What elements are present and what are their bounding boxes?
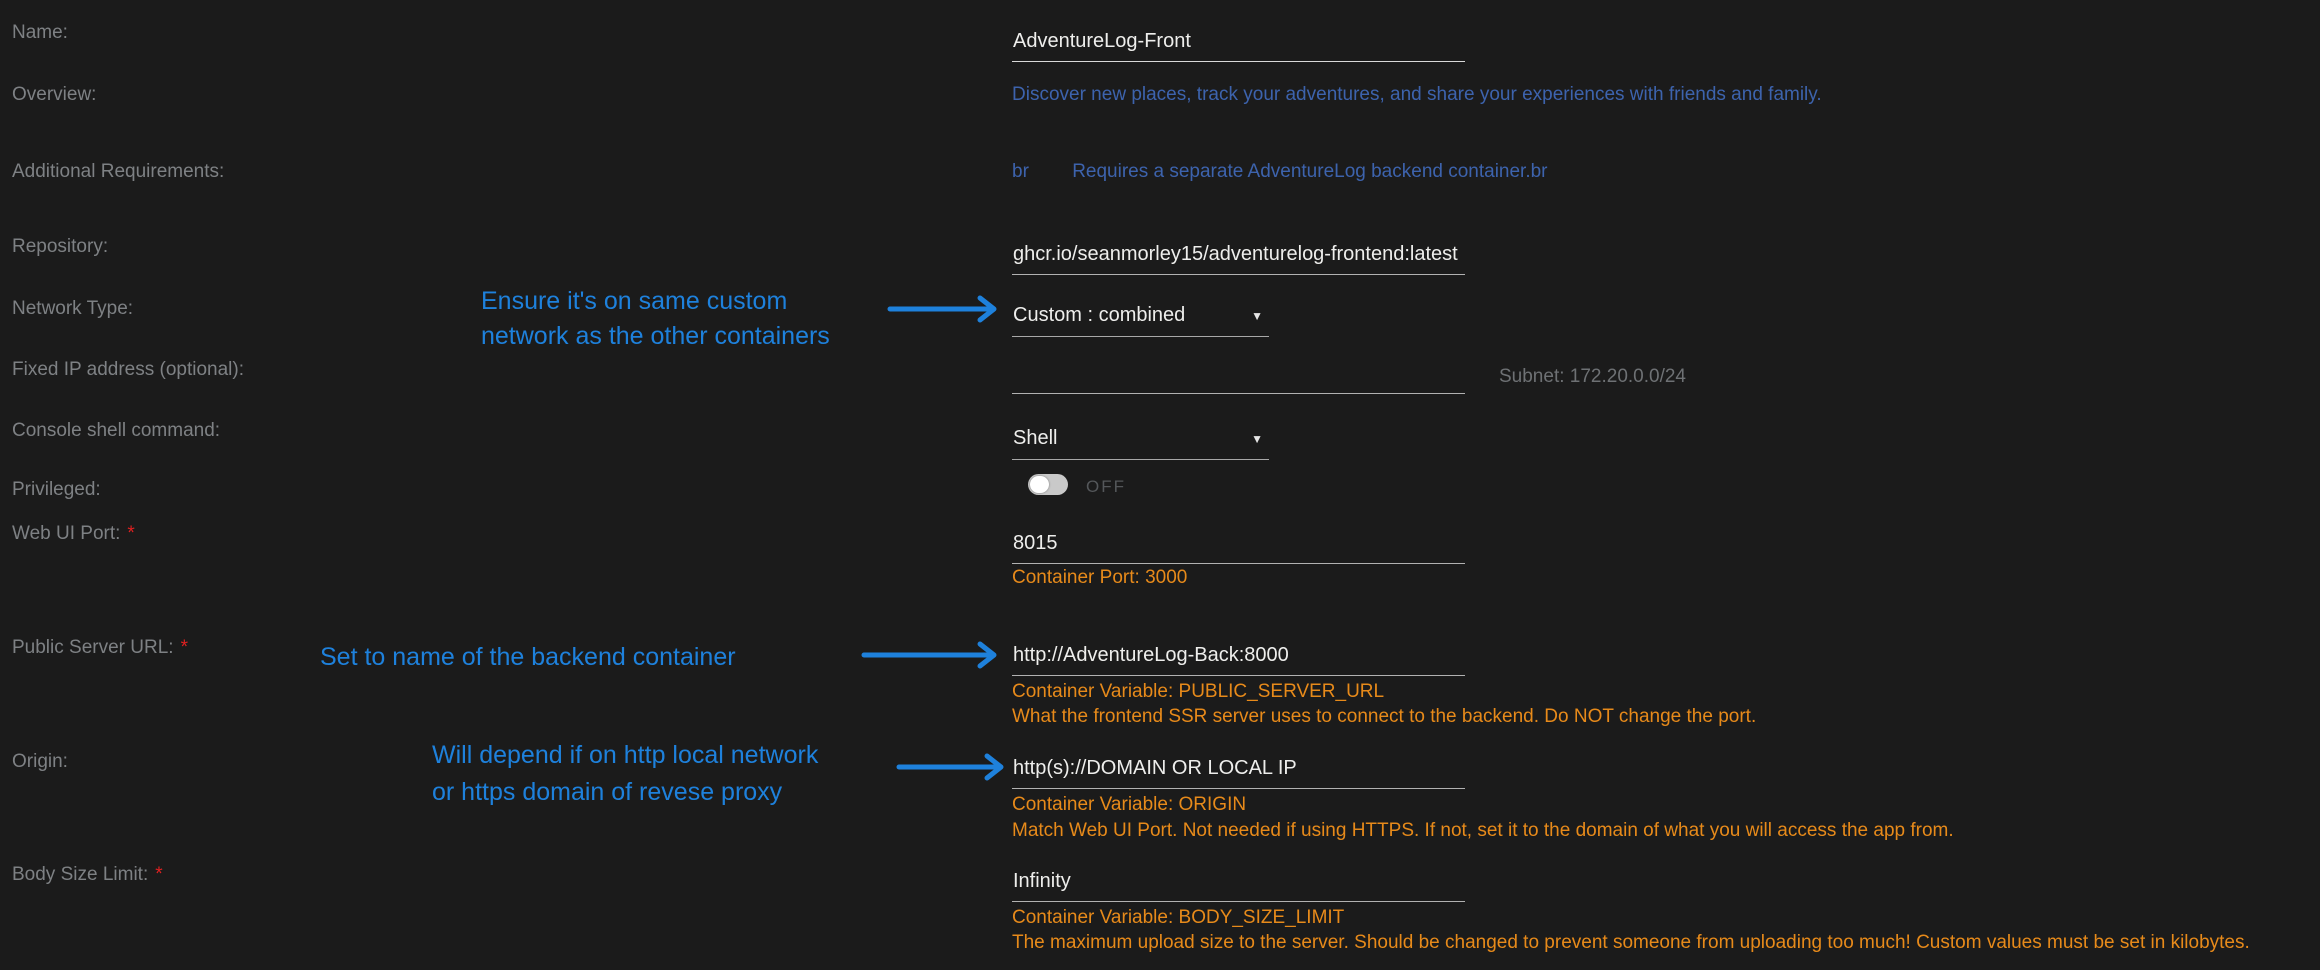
network-annotation-line1: Ensure it's on same custom xyxy=(481,287,787,316)
name-label: Name: xyxy=(12,22,68,44)
origin-description: Match Web UI Port. Not needed if using H… xyxy=(1012,820,1954,842)
origin-annotation-line2: or https domain of revese proxy xyxy=(432,778,782,807)
privileged-label: Privileged: xyxy=(12,479,101,501)
console-shell-value: Shell xyxy=(1013,427,1057,450)
body-size-limit-label: Body Size Limit: xyxy=(12,864,148,885)
repository-label: Repository: xyxy=(12,236,108,258)
privileged-state-label: OFF xyxy=(1086,477,1126,497)
additional-requirements-prefix: br xyxy=(1012,161,1029,182)
network-type-value: Custom : combined xyxy=(1013,304,1185,327)
subnet-note: Subnet: 172.20.0.0/24 xyxy=(1499,366,1686,388)
webui-port-label: Web UI Port: xyxy=(12,523,120,544)
console-shell-select[interactable]: Shell ▼ xyxy=(1012,427,1269,460)
body-size-limit-variable-note: Container Variable: BODY_SIZE_LIMIT xyxy=(1012,907,1344,929)
origin-annotation-arrow-icon xyxy=(897,752,1012,782)
network-type-label: Network Type: xyxy=(12,298,133,320)
additional-requirements-text: br Requires a separate AdventureLog back… xyxy=(1012,161,1548,183)
public-server-url-input[interactable] xyxy=(1012,644,1465,676)
public-server-url-description: What the frontend SSR server uses to con… xyxy=(1012,706,1756,728)
public-server-url-label-row: Public Server URL: * xyxy=(12,637,188,659)
webui-port-label-row: Web UI Port: * xyxy=(12,523,135,545)
network-annotation-arrow-icon xyxy=(888,294,1006,324)
public-server-url-label: Public Server URL: xyxy=(12,637,174,658)
origin-variable-note: Container Variable: ORIGIN xyxy=(1012,794,1246,816)
console-shell-label: Console shell command: xyxy=(12,420,220,442)
origin-label: Origin: xyxy=(12,751,68,773)
fixed-ip-input[interactable] xyxy=(1012,364,1465,394)
public-url-annotation: Set to name of the backend container xyxy=(320,643,736,672)
chevron-down-icon: ▼ xyxy=(1251,310,1263,322)
body-size-limit-input[interactable] xyxy=(1012,870,1465,902)
body-size-limit-label-row: Body Size Limit: * xyxy=(12,864,163,886)
toggle-knob xyxy=(1030,476,1049,493)
repository-input[interactable] xyxy=(1012,243,1465,275)
required-asterisk: * xyxy=(155,864,162,885)
additional-requirements-label: Additional Requirements: xyxy=(12,161,224,183)
public-url-annotation-arrow-icon xyxy=(862,640,1002,670)
fixed-ip-label: Fixed IP address (optional): xyxy=(12,359,244,381)
overview-text: Discover new places, track your adventur… xyxy=(1012,84,1822,106)
container-port-note: Container Port: 3000 xyxy=(1012,567,1187,589)
required-asterisk: * xyxy=(127,523,134,544)
overview-label: Overview: xyxy=(12,84,96,106)
origin-annotation-line1: Will depend if on http local network xyxy=(432,741,818,770)
name-input[interactable] xyxy=(1012,30,1465,62)
chevron-down-icon: ▼ xyxy=(1251,433,1263,445)
public-server-url-variable-note: Container Variable: PUBLIC_SERVER_URL xyxy=(1012,681,1384,703)
network-type-select[interactable]: Custom : combined ▼ xyxy=(1012,304,1269,337)
container-template-form: Name: Overview: Discover new places, tra… xyxy=(0,0,2320,970)
origin-input[interactable] xyxy=(1012,757,1465,789)
additional-requirements-value: Requires a separate AdventureLog backend… xyxy=(1072,161,1547,183)
network-annotation-line2: network as the other containers xyxy=(481,322,830,351)
required-asterisk: * xyxy=(181,637,188,658)
webui-port-input[interactable] xyxy=(1012,532,1465,564)
privileged-toggle[interactable] xyxy=(1028,474,1068,495)
body-size-limit-description: The maximum upload size to the server. S… xyxy=(1012,932,2250,954)
